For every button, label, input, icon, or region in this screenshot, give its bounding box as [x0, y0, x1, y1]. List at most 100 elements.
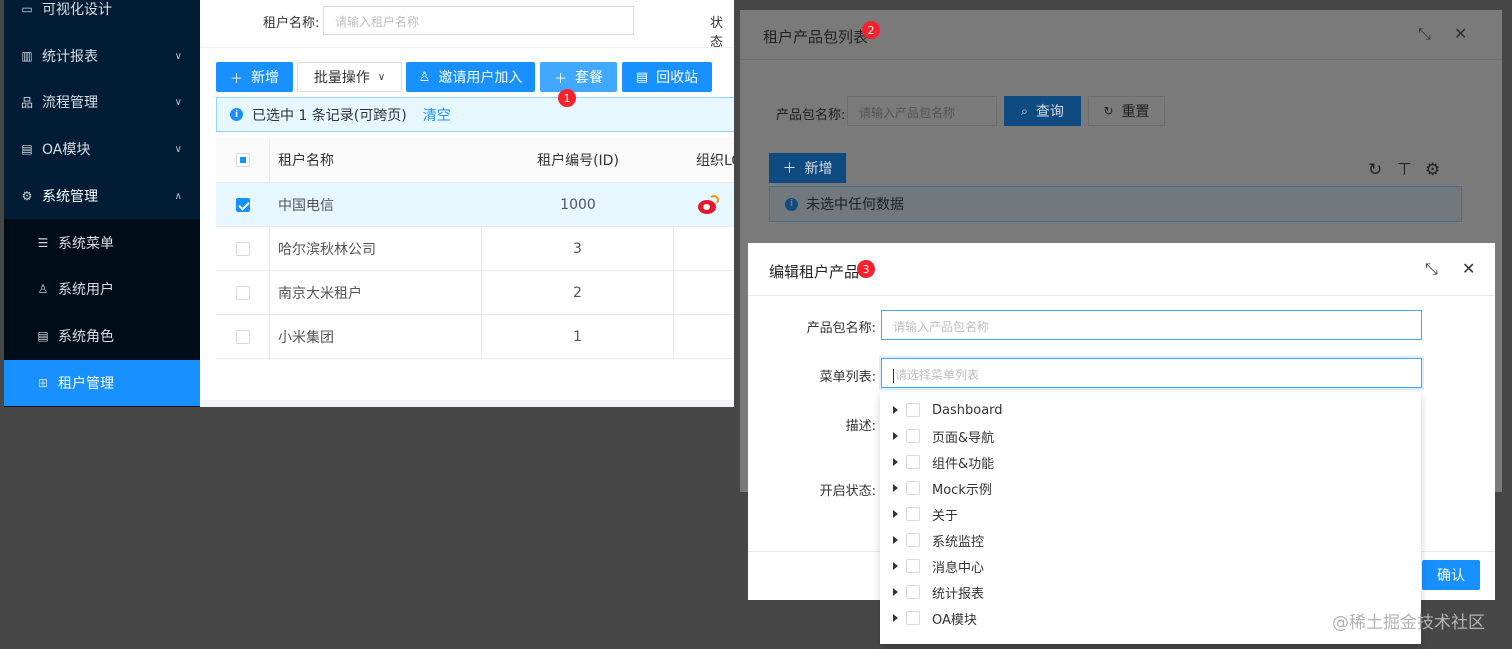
menu-list-placeholder: 请选择菜单列表 [895, 368, 980, 382]
close-icon[interactable]: ✕ [1454, 24, 1467, 43]
table-row[interactable]: 小米集团 1 [216, 315, 734, 359]
row-checkbox[interactable] [235, 241, 250, 256]
table-row[interactable]: 哈尔滨秋林公司 3 [216, 227, 734, 271]
sidebar-item-system-menu[interactable]: ☰ 系统菜单 [4, 220, 200, 266]
tenant-id-cell: 1000 [560, 196, 596, 213]
tree-node[interactable]: 页面&导航 [880, 423, 1421, 449]
tenant-name-cell: 哈尔滨秋林公司 [270, 227, 482, 270]
caret-right-icon[interactable] [893, 510, 898, 518]
fullscreen-icon[interactable]: ⤡ [1418, 24, 1431, 44]
tree-node[interactable]: Mock示例 [880, 475, 1421, 501]
text-caret [893, 368, 894, 383]
row-checkbox[interactable] [235, 285, 250, 300]
refresh-icon[interactable]: ↻ [1368, 160, 1382, 180]
sidebar-item-system-role[interactable]: ▤ 系统角色 [4, 313, 200, 359]
batch-operation-dropdown[interactable]: 批量操作 ∨ [297, 62, 402, 92]
column-header-id: 租户编号(ID) [537, 153, 619, 169]
grid-icon: ⊞ [37, 376, 49, 390]
select-all-checkbox[interactable] [235, 153, 250, 167]
close-icon[interactable]: ✕ [1462, 259, 1475, 278]
sidebar-item-label: 系统角色 [58, 329, 114, 345]
tree-checkbox[interactable] [906, 533, 920, 547]
caret-right-icon[interactable] [893, 458, 898, 466]
description-label: 描述: [845, 419, 876, 434]
tree-node[interactable]: 组件&功能 [880, 449, 1421, 475]
chevron-down-icon: ∨ [174, 50, 182, 62]
add-button[interactable]: ＋ 新增 [216, 62, 293, 92]
tree-checkbox[interactable] [906, 507, 920, 521]
caret-right-icon[interactable] [893, 432, 898, 440]
sidebar-item-visual-design[interactable]: ▭ 可视化设计 [4, 0, 200, 32]
confirm-button[interactable]: 确认 [1422, 560, 1480, 590]
tree-checkbox[interactable] [906, 455, 920, 469]
tree-node-label: 系统监控 [932, 534, 985, 550]
row-select-cell [216, 271, 270, 314]
tenant-name-label: 租户名称: [263, 16, 320, 31]
caret-right-icon[interactable] [893, 614, 898, 622]
sidebar-item-system[interactable]: ⚙ 系统管理 ∧ [4, 173, 200, 219]
sidebar-item-workflow[interactable]: 品 流程管理 ∨ [4, 79, 200, 125]
recycle-bin-button[interactable]: ▤ 回收站 [622, 62, 712, 92]
package-name-input[interactable]: 请输入产品包名称 [881, 310, 1422, 340]
sidebar-item-oa[interactable]: ▤ OA模块 ∨ [4, 126, 200, 172]
invite-user-button[interactable]: ♙ 邀请用户加入 [406, 62, 535, 92]
package-button[interactable]: ＋ 套餐 [540, 62, 617, 92]
tree-node[interactable]: Dashboard [880, 397, 1421, 423]
sidebar-item-label: 系统管理 [42, 189, 98, 205]
tree-checkbox[interactable] [906, 403, 920, 417]
recycle-bin-label: 回收站 [656, 70, 699, 86]
tree-node[interactable]: 统计报表 [880, 579, 1421, 605]
status-label: 状态 [710, 16, 724, 50]
tree-checkbox[interactable] [906, 559, 920, 573]
info-icon: i [230, 108, 243, 121]
column-height-icon[interactable]: ⊤ [1397, 160, 1412, 180]
tenant-name-input[interactable]: 请输入租户名称 [323, 6, 634, 35]
column-header-name: 租户名称 [278, 153, 334, 169]
gear-icon: ⚙ [21, 189, 33, 203]
sidebar-item-system-user[interactable]: ♙ 系统用户 [4, 266, 200, 312]
query-button[interactable]: ⌕ 查询 [1004, 96, 1081, 126]
table-row[interactable]: 南京大米租户 2 [216, 271, 734, 315]
package-name-input[interactable]: 请输入产品包名称 [847, 96, 997, 126]
row-checkbox[interactable] [236, 197, 250, 212]
tree-checkbox[interactable] [906, 611, 920, 625]
add-package-button[interactable]: ＋ 新增 [769, 153, 846, 183]
tenant-table: 租户名称 租户编号(ID) 组织LO 中国电信 1000 哈尔滨秋林公司 3 [216, 138, 734, 359]
sidebar-item-tenant-management[interactable]: ⊞ 租户管理 [4, 360, 200, 406]
sidebar-item-label: 系统用户 [58, 282, 114, 298]
caret-right-icon[interactable] [893, 484, 898, 492]
add-package-label: 新增 [804, 161, 833, 177]
tenant-name-cell: 中国电信 [278, 197, 334, 214]
bar-chart-icon: ▥ [21, 49, 33, 63]
tree-checkbox[interactable] [906, 481, 920, 495]
document-icon: ▤ [21, 142, 33, 156]
tree-node[interactable]: 系统监控 [880, 527, 1421, 553]
caret-right-icon[interactable] [893, 588, 898, 596]
table-row[interactable]: 中国电信 1000 [216, 183, 734, 227]
reset-button[interactable]: ↻ 重置 [1088, 96, 1165, 126]
query-button-label: 查询 [1035, 104, 1064, 120]
tree-node[interactable]: 消息中心 [880, 553, 1421, 579]
caret-right-icon[interactable] [893, 562, 898, 570]
chevron-down-icon: ∨ [377, 71, 386, 83]
caret-right-icon[interactable] [893, 536, 898, 544]
step-badge-3: 3 [857, 260, 875, 278]
tree-node-label: 消息中心 [932, 560, 985, 576]
tenant-name-cell: 小米集团 [270, 315, 482, 358]
sidebar-item-reports[interactable]: ▥ 统计报表 ∨ [4, 33, 200, 79]
tenant-app-window: ▭ 可视化设计 ▥ 统计报表 ∨ 品 流程管理 ∨ ▤ OA模块 ∨ ⚙ 系统管… [4, 0, 734, 407]
menu-list-select[interactable]: 请选择菜单列表 [881, 358, 1422, 388]
row-checkbox[interactable] [235, 329, 250, 344]
fullscreen-icon[interactable]: ⤡ [1425, 259, 1438, 279]
menu-tree-dropdown: Dashboard 页面&导航 组件&功能 Mock示例 关于 系统监控 消息中… [880, 392, 1421, 644]
tree-checkbox[interactable] [906, 429, 920, 443]
tree-node-label: 关于 [932, 508, 959, 524]
clear-selection-link[interactable]: 清空 [423, 105, 451, 125]
caret-right-icon[interactable] [893, 406, 898, 414]
tree-node-label: OA模块 [932, 612, 977, 628]
tree-checkbox[interactable] [906, 585, 920, 599]
tree-node[interactable]: 关于 [880, 501, 1421, 527]
row-select-cell [216, 315, 270, 358]
tree-node-label: Mock示例 [932, 482, 992, 498]
settings-icon[interactable]: ⚙ [1425, 160, 1440, 180]
